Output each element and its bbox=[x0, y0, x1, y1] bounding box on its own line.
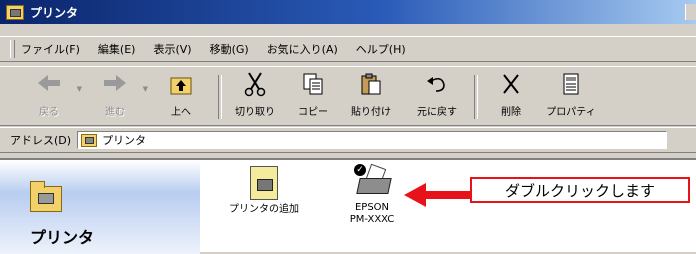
toolbar-separator bbox=[474, 75, 478, 119]
callout-arrow-icon bbox=[404, 183, 426, 207]
cut-label: 切り取り bbox=[235, 107, 275, 118]
scissors-icon bbox=[228, 71, 282, 99]
properties-label: プロパティ bbox=[546, 107, 596, 118]
address-label: アドレス(D) bbox=[10, 134, 72, 147]
cut-button[interactable]: 切り取り bbox=[228, 71, 282, 123]
address-input[interactable]: プリンタ bbox=[77, 131, 668, 149]
up-button[interactable]: 上へ bbox=[154, 71, 208, 123]
double-click-callout: ダブルクリックします bbox=[470, 177, 690, 203]
menu-file[interactable]: ファイル(F) bbox=[21, 41, 80, 57]
menu-edit[interactable]: 編集(E) bbox=[98, 41, 136, 57]
up-label: 上へ bbox=[171, 107, 191, 118]
address-value: プリンタ bbox=[102, 134, 147, 147]
back-label: 戻る bbox=[39, 107, 59, 118]
forward-button[interactable]: 進む ▼ bbox=[88, 71, 148, 123]
standard-toolbar: 戻る ▼ 進む ▼ 上へ 切り取り コピー 貼り付け 元に戻す 削除 プロパティ bbox=[0, 66, 696, 126]
undo-icon bbox=[410, 71, 464, 99]
copy-icon bbox=[286, 71, 340, 99]
printer-folder-icon bbox=[30, 181, 62, 212]
epson-printer-label-line2: PM-XXXC bbox=[349, 214, 395, 225]
folder-info-pane: プリンタ bbox=[0, 160, 200, 254]
printer-icon: ✓ bbox=[354, 163, 392, 198]
menu-grip[interactable] bbox=[10, 40, 15, 58]
copy-label: コピー bbox=[298, 107, 328, 118]
address-bar: アドレス(D) プリンタ bbox=[0, 127, 696, 153]
menu-help[interactable]: ヘルプ(H) bbox=[356, 41, 406, 57]
undo-button[interactable]: 元に戻す bbox=[410, 71, 464, 123]
printer-body bbox=[356, 178, 392, 194]
menu-go[interactable]: 移動(G) bbox=[210, 41, 249, 57]
paste-icon bbox=[344, 71, 398, 99]
menu-bar: ファイル(F) 編集(E) 表示(V) 移動(G) お気に入り(A) ヘルプ(H… bbox=[0, 36, 696, 62]
delete-label: 削除 bbox=[501, 107, 521, 118]
printer-folder-icon bbox=[6, 4, 24, 20]
delete-x-icon bbox=[484, 71, 538, 99]
properties-button[interactable]: プロパティ bbox=[544, 71, 598, 123]
printer-folder-icon bbox=[81, 133, 98, 147]
folder-up-icon bbox=[154, 71, 208, 99]
back-arrow-icon bbox=[22, 71, 76, 99]
epson-printer-label-line1: EPSON bbox=[354, 202, 390, 213]
forward-dropdown-icon[interactable]: ▼ bbox=[143, 85, 148, 93]
folder-content-area: プリンタ プリンタの追加 ✓ EPSON PM-XXXC ダブルクリックします bbox=[0, 158, 696, 254]
folder-title: プリンタ bbox=[30, 228, 95, 247]
window-control-button[interactable] bbox=[685, 4, 696, 20]
callout-text: ダブルクリックします bbox=[504, 181, 655, 200]
forward-label: 進む bbox=[105, 107, 125, 118]
copy-button[interactable]: コピー bbox=[286, 71, 340, 123]
forward-arrow-icon bbox=[88, 71, 142, 99]
paste-button[interactable]: 貼り付け bbox=[344, 71, 398, 123]
menu-favorites[interactable]: お気に入り(A) bbox=[267, 41, 338, 57]
add-printer-item[interactable]: プリンタの追加 bbox=[228, 166, 300, 216]
title-bar: プリンタ bbox=[0, 0, 696, 24]
delete-button[interactable]: 削除 bbox=[484, 71, 538, 123]
window-title: プリンタ bbox=[30, 5, 79, 20]
properties-icon bbox=[544, 71, 598, 99]
back-button[interactable]: 戻る ▼ bbox=[22, 71, 82, 123]
callout-arrow-shaft bbox=[424, 191, 470, 199]
add-printer-icon bbox=[250, 166, 278, 200]
epson-printer-item[interactable]: ✓ EPSON PM-XXXC bbox=[340, 163, 404, 226]
paste-label: 貼り付け bbox=[351, 107, 391, 118]
menu-view[interactable]: 表示(V) bbox=[153, 41, 191, 57]
undo-label: 元に戻す bbox=[417, 107, 457, 118]
add-printer-label: プリンタの追加 bbox=[229, 204, 299, 215]
toolbar-separator bbox=[218, 75, 222, 119]
default-printer-check-icon: ✓ bbox=[354, 164, 366, 176]
back-dropdown-icon[interactable]: ▼ bbox=[77, 85, 82, 93]
